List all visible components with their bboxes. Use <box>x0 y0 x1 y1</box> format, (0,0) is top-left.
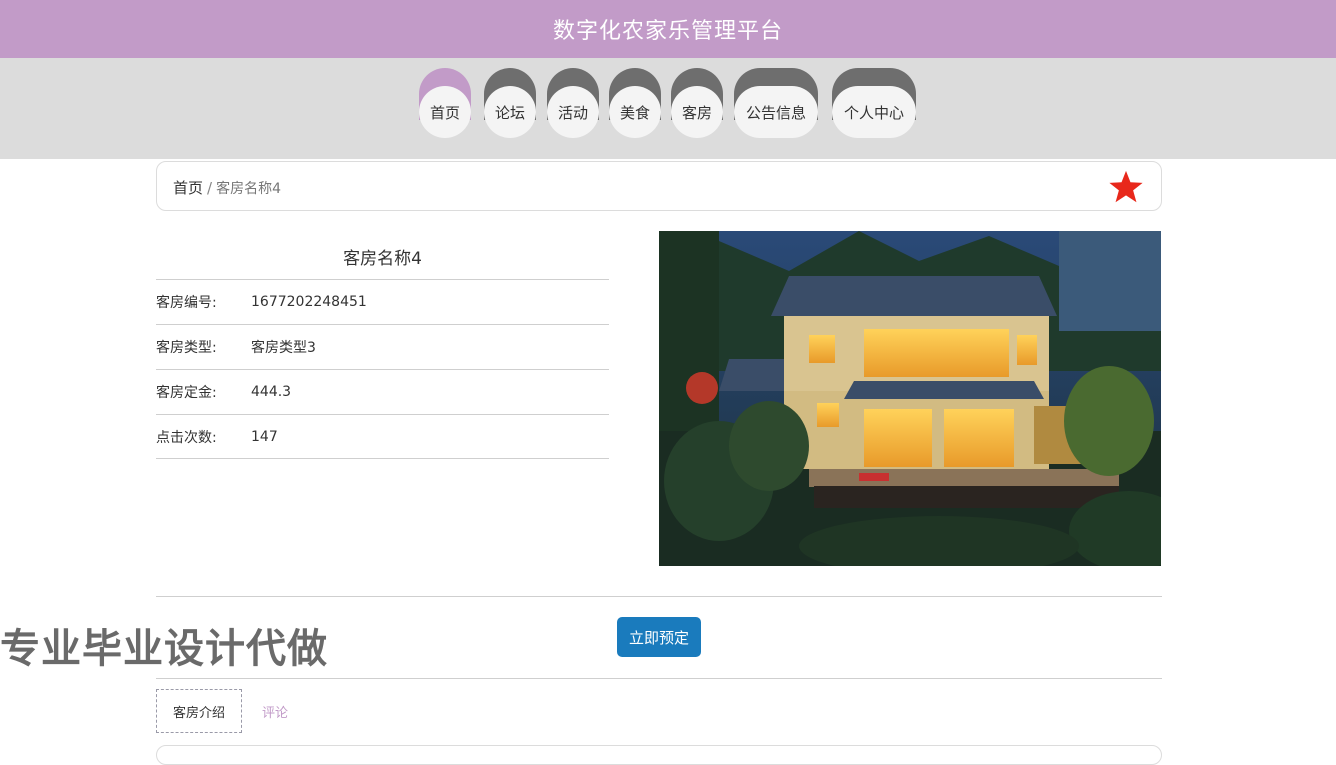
breadcrumb-bar: 首页 / 客房名称4 <box>156 161 1162 211</box>
section-divider <box>156 596 1162 597</box>
nav-item-label[interactable]: 公告信息 <box>734 86 818 138</box>
section-divider <box>156 678 1162 679</box>
nav-item-home[interactable]: 首页 <box>419 68 471 138</box>
room-photo-image <box>659 231 1161 566</box>
main-nav: 首页 论坛 活动 美食 客房 公告信息 个人中心 <box>0 58 1336 159</box>
room-title: 客房名称4 <box>343 249 422 269</box>
nav-item-label[interactable]: 活动 <box>547 86 599 138</box>
nav-item-label[interactable]: 客房 <box>671 86 723 138</box>
room-photo <box>659 231 1161 566</box>
breadcrumb: 首页 / 客房名称4 <box>173 177 281 198</box>
star-icon[interactable] <box>1107 168 1145 206</box>
book-now-button[interactable]: 立即预定 <box>617 617 701 657</box>
nav-item-label[interactable]: 个人中心 <box>832 86 916 138</box>
nav-item-announcements[interactable]: 公告信息 <box>734 68 818 138</box>
info-row-room-type: 客房类型: 客房类型3 <box>156 324 609 369</box>
info-row-deposit: 客房定金: 444.3 <box>156 369 609 414</box>
tab-comments[interactable]: 评论 <box>246 689 304 733</box>
field-label: 客房定金: <box>156 385 217 401</box>
breadcrumb-current: 客房名称4 <box>216 181 281 197</box>
field-value: 444.3 <box>251 384 292 400</box>
nav-item-activities[interactable]: 活动 <box>547 68 599 138</box>
nav-item-forum[interactable]: 论坛 <box>484 68 536 138</box>
nav-item-rooms[interactable]: 客房 <box>671 68 723 138</box>
tab-content-panel <box>156 745 1162 765</box>
nav-item-personal-center[interactable]: 个人中心 <box>832 68 916 138</box>
nav-item-label[interactable]: 美食 <box>609 86 661 138</box>
info-row-room-number: 客房编号: 1677202248451 <box>156 279 609 324</box>
detail-tabs: 客房介绍 评论 <box>156 689 304 733</box>
site-title: 数字化农家乐管理平台 <box>552 19 783 44</box>
tab-room-intro[interactable]: 客房介绍 <box>156 689 243 733</box>
nav-item-label[interactable]: 首页 <box>419 86 471 138</box>
watermark-text: 专业毕业设计代做 <box>0 626 328 672</box>
field-label: 客房类型: <box>156 340 217 356</box>
field-label: 客房编号: <box>156 295 217 311</box>
field-label: 点击次数: <box>156 429 217 446</box>
nav-item-food[interactable]: 美食 <box>609 68 661 138</box>
field-value: 客房类型3 <box>251 340 316 356</box>
site-header: 数字化农家乐管理平台 <box>0 0 1336 58</box>
field-value: 1677202248451 <box>251 294 367 310</box>
nav-item-label[interactable]: 论坛 <box>484 86 536 138</box>
info-row-click-count: 点击次数: 147 <box>156 414 609 459</box>
breadcrumb-home-link[interactable]: 首页 <box>173 179 203 197</box>
room-info: 客房编号: 1677202248451 客房类型: 客房类型3 客房定金: 44… <box>156 279 609 459</box>
field-value: 147 <box>251 428 278 445</box>
breadcrumb-separator: / <box>207 179 213 197</box>
